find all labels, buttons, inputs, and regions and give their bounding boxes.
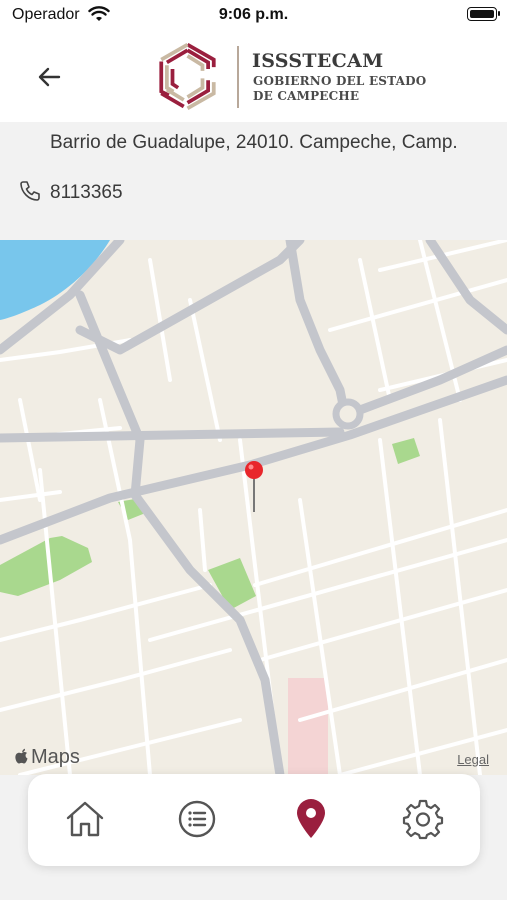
app-header: ISSSTECAM GOBIERNO DEL ESTADO DE CAMPECH… [0,34,507,122]
apple-logo-icon [15,748,28,764]
logo-subtitle-line2: DE CAMPECHE [253,89,360,103]
status-bar: Operador 9:06 p.m. [0,0,507,34]
location-pin-icon[interactable] [290,798,332,840]
home-icon[interactable] [64,798,106,840]
phone-icon [20,181,40,201]
battery-icon [467,7,500,21]
logo-title: ISSSTECAM [252,50,384,72]
bottom-navigation [28,774,480,866]
maps-attribution: Maps [14,746,80,769]
logo-subtitle-line1: GOBIERNO DEL ESTADO [253,74,427,88]
issstecam-logo [159,42,216,111]
location-marker[interactable] [243,460,265,514]
clock: 9:06 p.m. [218,6,289,23]
logo-divider [237,46,239,108]
map-view[interactable]: Maps Legal [0,240,507,775]
list-icon[interactable] [176,798,218,840]
legal-link[interactable]: Legal [457,752,489,767]
address-text: Barrio de Guadalupe, 24010. Campeche, Ca… [50,132,458,153]
gear-icon[interactable] [402,798,444,840]
arrow-left-icon[interactable] [34,62,64,92]
maps-label: Maps [31,746,80,768]
phone-number[interactable]: 8113365 [50,182,123,204]
